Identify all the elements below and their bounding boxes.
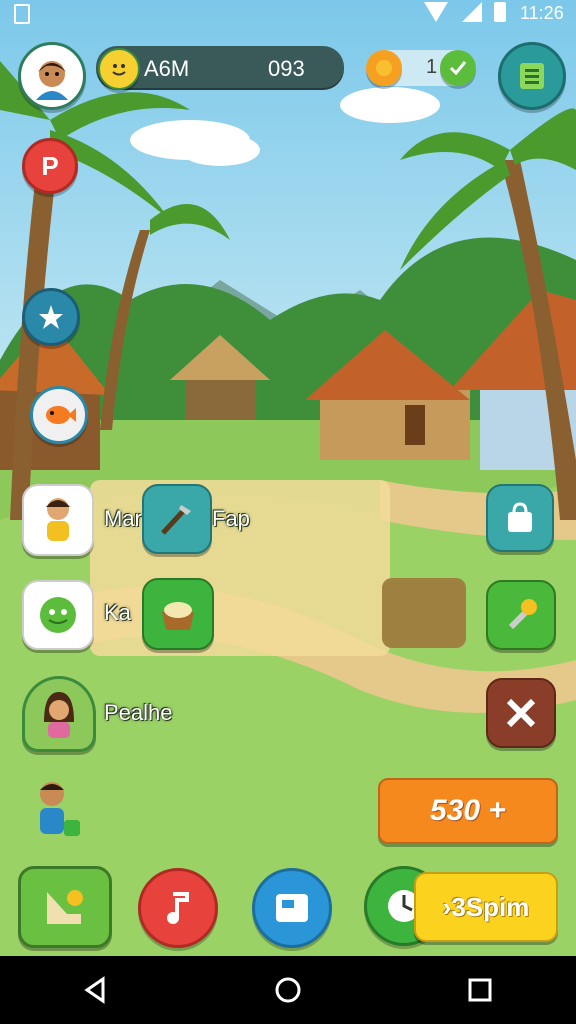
boy-avatar-icon	[36, 61, 68, 100]
map-button[interactable]	[18, 866, 112, 948]
battery-icon	[494, 2, 506, 22]
green-blob-icon	[40, 597, 76, 633]
star-icon	[39, 305, 63, 329]
home-icon[interactable]	[273, 975, 303, 1005]
map-icon	[47, 890, 83, 924]
empty-slot[interactable]	[382, 578, 466, 648]
tools-icon	[161, 505, 191, 535]
character-pealhe-label: Pealhe	[104, 700, 173, 725]
price-label: 530 +	[430, 794, 506, 827]
recents-icon[interactable]	[465, 975, 495, 1005]
sim-icon	[14, 4, 30, 24]
wifi-icon	[424, 2, 448, 22]
photo-frame-icon	[276, 894, 308, 922]
shop-bag-button[interactable]	[486, 484, 554, 552]
signal-icon	[462, 2, 482, 22]
back-icon[interactable]	[81, 975, 111, 1005]
cancel-tool-button[interactable]	[486, 678, 556, 748]
fish-button[interactable]	[30, 386, 88, 444]
coin-count: 1	[426, 56, 438, 78]
music-note-icon	[167, 892, 189, 924]
character-ka-avatar[interactable]	[22, 580, 94, 650]
action-fap-label: Fap	[212, 506, 250, 531]
coin-icon	[366, 50, 402, 86]
music-button[interactable]	[138, 868, 218, 948]
character-mar-avatar[interactable]	[22, 484, 94, 556]
hammer-button[interactable]	[486, 580, 556, 650]
price-button[interactable]: 530 +	[378, 778, 558, 844]
player-avatar[interactable]	[18, 42, 86, 110]
basket-action-button[interactable]	[142, 578, 214, 650]
list-icon	[520, 63, 544, 89]
fish-icon	[46, 406, 76, 424]
woman-icon	[44, 692, 74, 738]
cross-tools-icon	[506, 698, 536, 728]
character-pealhe-avatar[interactable]	[22, 676, 96, 752]
character-mar-label: Mar	[104, 506, 142, 531]
player-name: A6M	[144, 56, 190, 81]
gallery-button[interactable]	[252, 868, 332, 948]
spin-label: ›3Spim	[442, 891, 530, 922]
tool-action-button[interactable]	[142, 484, 212, 554]
hammer-icon	[508, 599, 537, 630]
character-ka-label: Ka	[104, 600, 131, 625]
star-button[interactable]	[22, 288, 80, 346]
status-bar: 11:26	[0, 0, 576, 28]
child-character-icon[interactable]	[30, 776, 86, 842]
p-badge-button[interactable]: P	[22, 138, 78, 194]
basket-icon	[162, 602, 194, 630]
check-icon[interactable]	[440, 50, 476, 86]
emoji-face-icon	[98, 48, 140, 90]
score-value: 093	[268, 56, 305, 81]
shopping-bag-icon	[508, 502, 532, 532]
menu-list-button[interactable]	[498, 42, 566, 110]
girl-icon	[46, 498, 70, 541]
status-time: 11:26	[520, 3, 564, 23]
spin-button[interactable]: ›3Spim	[414, 872, 558, 942]
android-nav-bar	[0, 956, 576, 1024]
p-icon: P	[41, 150, 59, 181]
